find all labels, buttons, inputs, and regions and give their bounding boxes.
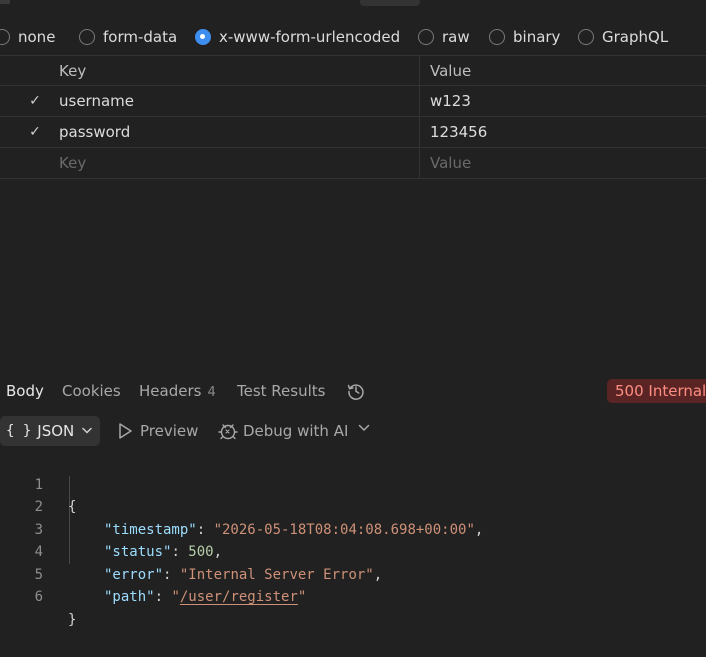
preview-label: Preview [140, 422, 199, 440]
radio-x-www-form-urlencoded[interactable]: x-www-form-urlencoded [195, 22, 400, 52]
line-number: 6 [34, 589, 43, 605]
chevron-down-icon[interactable] [358, 424, 370, 435]
radio-form-data[interactable]: form-data [79, 22, 177, 52]
radio-raw[interactable]: raw [418, 22, 470, 52]
code-line: 4 "error": "Internal Server Error", [0, 519, 706, 583]
radio-circle-icon [79, 29, 95, 45]
code-line: 3 "status": 500, [0, 496, 706, 561]
json-quote: " [297, 589, 307, 605]
ai-bug-icon [218, 421, 238, 441]
format-label: JSON [37, 422, 75, 440]
radio-label: raw [442, 28, 470, 46]
radio-label: binary [513, 28, 561, 46]
braces-icon: { } [6, 423, 32, 439]
radio-label: form-data [103, 28, 178, 46]
body-type-selector: none form-data x-www-form-urlencoded raw… [0, 22, 706, 52]
radio-graphql[interactable]: GraphQL [578, 22, 668, 52]
table-row-new: Key Value [0, 148, 706, 179]
headers-count-badge: 4 [207, 385, 216, 400]
value-column-header: Value [430, 62, 472, 80]
param-value-cell[interactable]: w123 [430, 86, 471, 116]
chevron-down-icon [82, 426, 93, 437]
history-icon[interactable] [346, 381, 366, 401]
radio-label: x-www-form-urlencoded [219, 28, 401, 46]
column-divider[interactable] [419, 56, 420, 86]
json-quote: " [171, 589, 180, 605]
column-divider [419, 86, 420, 116]
tab-body[interactable]: Body [6, 372, 44, 410]
json-link[interactable]: /user/register [180, 589, 298, 605]
checkmark-icon[interactable]: ✓ [27, 93, 43, 109]
param-key-cell[interactable]: username [59, 86, 134, 116]
response-format-bar: { } JSON Preview Debug with AI [0, 416, 706, 446]
radio-label: none [18, 28, 56, 46]
param-value-cell[interactable]: 123456 [430, 117, 487, 147]
radio-selected-icon [195, 29, 211, 45]
code-line: 6 } [0, 564, 706, 628]
radio-circle-icon [489, 29, 505, 45]
radio-circle-icon [0, 29, 10, 45]
radio-binary[interactable]: binary [489, 22, 560, 52]
table-row: ✓ username w123 [0, 86, 706, 117]
new-key-input[interactable]: Key [59, 148, 86, 178]
checkmark-icon[interactable]: ✓ [27, 124, 43, 140]
tab-test-results[interactable]: Test Results [237, 372, 325, 410]
params-table: Key Value ✓ username w123 ✓ password 123… [0, 55, 706, 179]
close-brace: } [68, 611, 77, 628]
code-line: 5 "path": "/user/register" [0, 541, 706, 606]
table-header: Key Value [0, 55, 706, 86]
table-row: ✓ password 123456 [0, 117, 706, 148]
preview-button[interactable]: Preview [117, 416, 198, 446]
format-dropdown[interactable]: { } JSON [0, 416, 100, 446]
play-icon [117, 422, 133, 440]
radio-label: GraphQL [602, 28, 669, 46]
debug-with-ai-button[interactable]: Debug with AI [218, 416, 348, 446]
radio-circle-icon [418, 29, 434, 45]
status-badge: 500 Internal [607, 379, 706, 403]
response-code-view[interactable]: 1 { 2 "timestamp": "2026-05-18T08:04:08.… [0, 451, 706, 628]
tab-headers[interactable]: Headers 4 [139, 372, 216, 410]
clipped-control [0, 0, 10, 4]
debug-label: Debug with AI [243, 422, 349, 440]
response-tabs: Body Cookies Headers 4 Test Results 500 I… [0, 372, 706, 410]
param-key-cell[interactable]: password [59, 117, 130, 147]
code-line: 2 "timestamp": "2026-05-18T08:04:08.698+… [0, 474, 706, 538]
clipped-text [445, 0, 630, 5]
top-clipped-strip [0, 0, 706, 10]
tab-cookies[interactable]: Cookies [62, 372, 121, 410]
json-key: "path" [104, 589, 155, 605]
tab-headers-label: Headers [139, 382, 202, 400]
clipped-tab [360, 0, 420, 6]
radio-circle-icon [578, 29, 594, 45]
radio-none[interactable]: none [0, 22, 55, 52]
new-value-input[interactable]: Value [430, 148, 471, 178]
column-divider [419, 117, 420, 147]
key-column-header: Key [59, 62, 87, 80]
code-line: 1 { [0, 451, 706, 516]
column-divider [419, 148, 420, 178]
